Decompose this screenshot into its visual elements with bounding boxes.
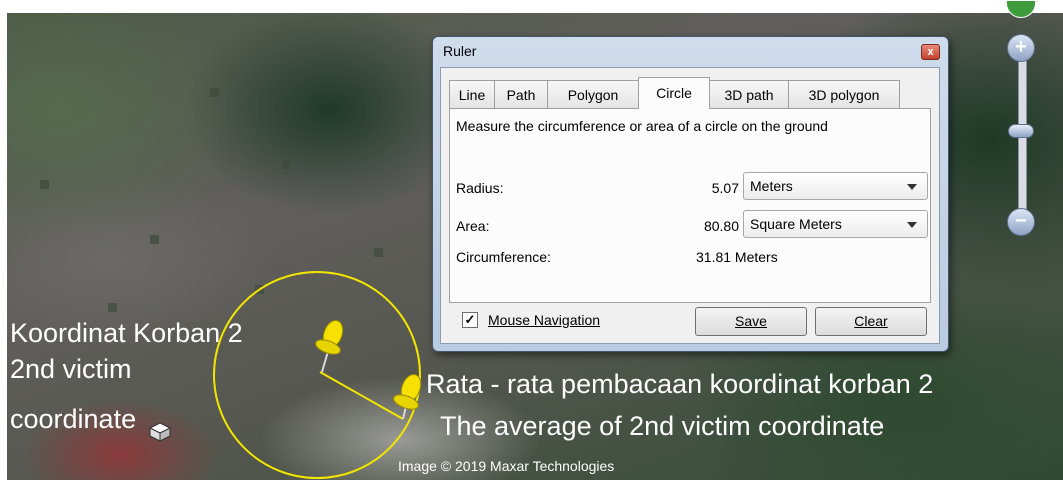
pushpin-icon[interactable] — [392, 372, 425, 420]
radius-unit-value: Meters — [750, 178, 793, 194]
mouse-navigation-checkbox[interactable]: ✓ — [462, 312, 478, 328]
circle-panel: Measure the circumference or area of a c… — [449, 108, 931, 303]
right-label-line-2: The average of 2nd victim coordinate — [440, 411, 885, 441]
chevron-down-icon — [907, 184, 917, 190]
radius-label: Radius: — [456, 180, 504, 196]
left-label-line-3: coordinate — [10, 404, 137, 434]
clear-button[interactable]: Clear — [815, 307, 927, 336]
dialog-titlebar[interactable]: Ruler x — [433, 37, 948, 65]
radius-unit-select[interactable]: Meters — [743, 172, 928, 200]
tab-description: Measure the circumference or area of a c… — [456, 118, 828, 134]
area-unit-value: Square Meters — [750, 216, 842, 232]
area-value: 80.80 — [703, 218, 739, 234]
zoom-out-button[interactable]: − — [1007, 208, 1035, 236]
measure-circle — [213, 271, 421, 479]
cursor-icon — [148, 422, 172, 442]
zoom-slider-thumb[interactable] — [1008, 124, 1034, 138]
tab-circle[interactable]: Circle — [638, 77, 710, 109]
mouse-navigation-label-text: Mouse Navigation — [488, 312, 601, 328]
radius-value: 5.07 — [711, 180, 739, 196]
left-label-line-1: Koordinat Korban 2 — [10, 318, 243, 348]
tab-line[interactable]: Line — [449, 80, 495, 108]
close-button[interactable]: x — [921, 44, 940, 60]
right-label-line-1: Rata - rata pembacaan koordinat korban 2 — [426, 369, 934, 399]
dialog-title: Ruler — [443, 43, 477, 59]
circumference-value: 31.81 Meters — [696, 249, 778, 265]
imagery-attribution: Image © 2019 Maxar Technologies — [398, 458, 615, 474]
area-unit-select[interactable]: Square Meters — [743, 210, 928, 238]
save-button[interactable]: Save — [695, 307, 807, 336]
clear-button-label: Clear — [854, 313, 888, 329]
left-label-line-2: 2nd victim — [10, 354, 132, 384]
chevron-down-icon — [907, 222, 917, 228]
tab-3d-path[interactable]: 3D path — [709, 80, 789, 108]
zoom-in-button[interactable]: + — [1007, 34, 1035, 62]
tab-3d-polygon[interactable]: 3D polygon — [788, 80, 900, 108]
save-button-label: Save — [735, 313, 767, 329]
dialog-body: Line Path Polygon Circle 3D path 3D poly… — [440, 67, 940, 344]
radius-line — [319, 371, 404, 420]
ruler-dialog: Ruler x Line Path Polygon Circle 3D path… — [432, 36, 949, 352]
tab-path[interactable]: Path — [494, 80, 548, 108]
tab-polygon[interactable]: Polygon — [547, 80, 639, 108]
area-label: Area: — [456, 218, 490, 234]
mouse-navigation-label[interactable]: Mouse Navigation — [488, 312, 600, 328]
circumference-label: Circumference: — [456, 249, 551, 265]
pushpin-icon[interactable] — [314, 318, 347, 373]
